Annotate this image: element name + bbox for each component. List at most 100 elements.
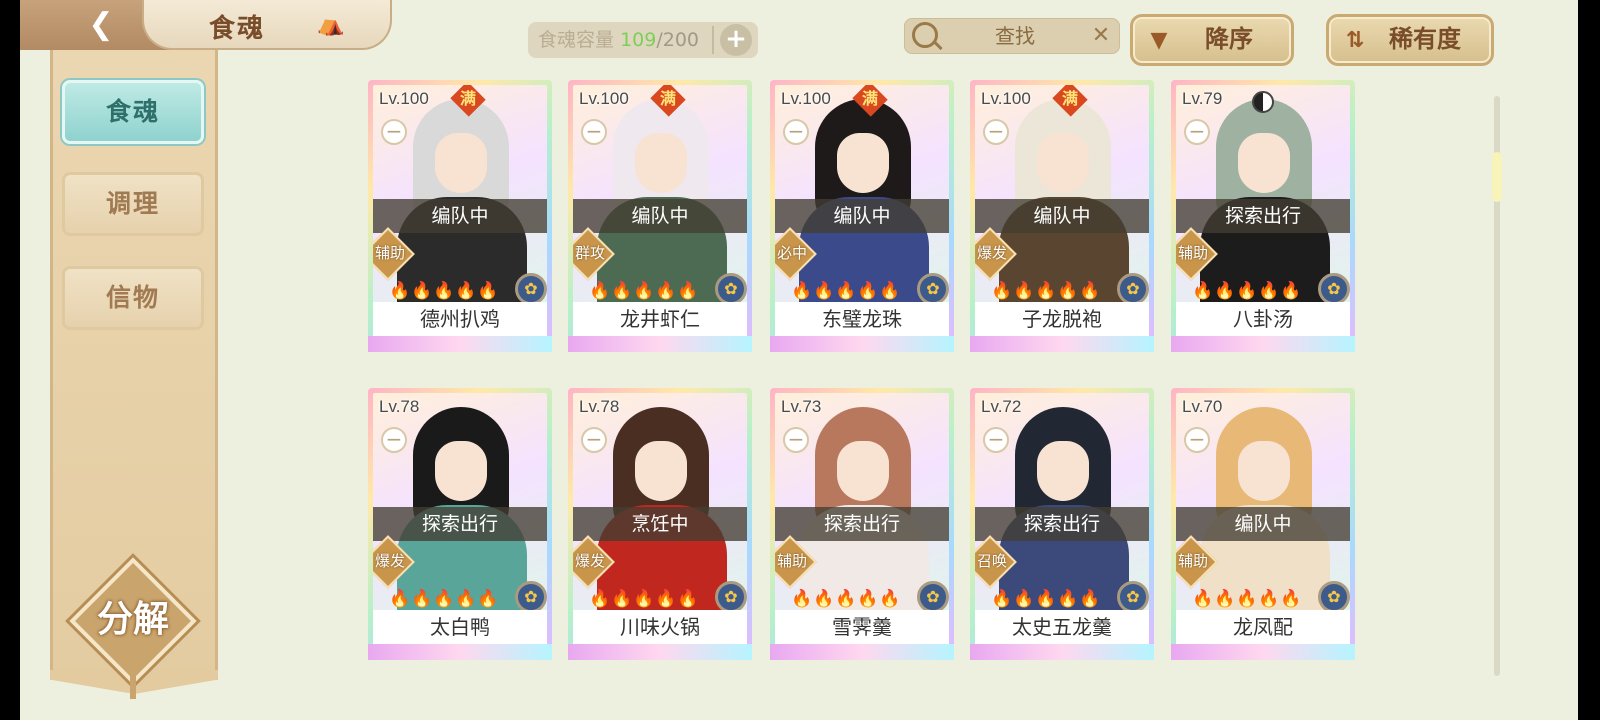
card-portrait-frame: Lv.100 满 − 编队中 爆发 🔥🔥🔥🔥🔥 ✿ — [975, 85, 1149, 307]
card-role: 召唤 — [976, 552, 1007, 570]
minus-icon[interactable]: − — [783, 119, 809, 145]
element-orb-icon: ✿ — [1117, 581, 1149, 613]
flame-icon: 🔥 — [477, 589, 499, 609]
food-soul-card[interactable]: Lv.78− 探索出行 爆发 🔥🔥🔥🔥🔥 ✿ 太白鸭 — [368, 388, 552, 660]
flame-icon: 🔥 — [455, 281, 477, 301]
flame-icon: 🔥 — [411, 589, 433, 609]
flame-icon: 🔥 — [477, 281, 499, 301]
food-soul-card[interactable]: Lv.73− 探索出行 辅助 🔥🔥🔥🔥🔥 ✿ 雪霁羹 — [770, 388, 954, 660]
pavilion-icon[interactable]: ⛺ — [316, 12, 346, 38]
flame-icon: 🔥 — [611, 589, 633, 609]
flame-icon: 🔥 — [1258, 589, 1280, 609]
flame-icon: 🔥 — [1236, 281, 1258, 301]
food-soul-card[interactable]: Lv.70− 编队中 辅助 🔥🔥🔥🔥🔥 ✿ 龙凤配 — [1171, 388, 1355, 660]
flame-icon: 🔥 — [1057, 281, 1079, 301]
flame-icon: 🔥 — [1214, 589, 1236, 609]
capacity-current: 109 — [620, 29, 657, 51]
flame-icon: 🔥 — [1079, 281, 1101, 301]
card-rarity-strip — [970, 336, 1154, 352]
flame-icon: 🔥 — [389, 589, 411, 609]
scrollbar-thumb[interactable] — [1492, 152, 1502, 202]
flame-icon: 🔥 — [389, 281, 411, 301]
card-portrait-frame: Lv.73− 探索出行 辅助 🔥🔥🔥🔥🔥 ✿ — [775, 393, 949, 615]
flame-icon: 🔥 — [1214, 281, 1236, 301]
clear-search-button[interactable]: ✕ — [1088, 22, 1114, 50]
search-icon — [912, 22, 938, 48]
star-flames: 🔥🔥🔥🔥🔥 — [791, 587, 901, 611]
card-name: 雪霁羹 — [775, 610, 949, 644]
food-soul-card[interactable]: Lv.72− 探索出行 召唤 🔥🔥🔥🔥🔥 ✿ 太史五龙羹 — [970, 388, 1154, 660]
sidebar-item-conditioning[interactable]: 调理 — [62, 172, 204, 236]
card-role: 辅助 — [776, 552, 807, 570]
card-status: 探索出行 — [1176, 199, 1350, 233]
card-role: 爆发 — [574, 552, 605, 570]
minus-icon[interactable]: − — [783, 427, 809, 453]
food-soul-card[interactable]: Lv.100 满 − 编队中 辅助 🔥🔥🔥🔥🔥 ✿ 德州扒鸡 — [368, 80, 552, 352]
card-level: Lv.100 — [579, 89, 629, 108]
flame-icon: 🔥 — [1258, 281, 1280, 301]
element-orb-icon: ✿ — [515, 581, 547, 613]
flame-icon: 🔥 — [991, 281, 1013, 301]
flame-icon: 🔥 — [655, 281, 677, 301]
card-role: 辅助 — [374, 244, 405, 262]
flame-icon: 🔥 — [589, 589, 611, 609]
food-soul-card[interactable]: Lv.100 满 − 编队中 爆发 🔥🔥🔥🔥🔥 ✿ 子龙脱袍 — [970, 80, 1154, 352]
capacity-divider — [712, 26, 714, 54]
decompose-label[interactable]: 分解 — [78, 590, 188, 650]
food-soul-card[interactable]: Lv.78− 烹饪中 爆发 🔥🔥🔥🔥🔥 ✿ 川味火锅 — [568, 388, 752, 660]
yin-yang-icon — [1252, 91, 1274, 113]
card-status: 探索出行 — [975, 507, 1149, 541]
minus-icon[interactable]: − — [1184, 427, 1210, 453]
card-level: Lv.70 — [1182, 397, 1223, 416]
card-portrait-frame: Lv.79− 探索出行 辅助 🔥🔥🔥🔥🔥 ✿ — [1176, 85, 1350, 307]
flame-icon: 🔥 — [433, 589, 455, 609]
game-screen: ❮ 食魂 ⛺ 食魂容量 109/200 + 查找 ✕ ▼ 降序 ⇅ 稀有度 食魂… — [20, 0, 1578, 720]
card-name: 德州扒鸡 — [373, 302, 547, 336]
star-flames: 🔥🔥🔥🔥🔥 — [791, 279, 901, 303]
food-soul-card[interactable]: Lv.79− 探索出行 辅助 🔥🔥🔥🔥🔥 ✿ 八卦汤 — [1171, 80, 1355, 352]
element-orb-icon: ✿ — [917, 273, 949, 305]
sort-key-button[interactable]: ⇅ 稀有度 — [1326, 14, 1494, 66]
flame-icon: 🔥 — [433, 281, 455, 301]
food-soul-card[interactable]: Lv.100 满 − 编队中 必中 🔥🔥🔥🔥🔥 ✿ 东璧龙珠 — [770, 80, 954, 352]
card-role: 群攻 — [574, 244, 605, 262]
flame-icon: 🔥 — [1057, 589, 1079, 609]
minus-icon[interactable]: − — [983, 427, 1009, 453]
card-name: 子龙脱袍 — [975, 302, 1149, 336]
minus-icon[interactable]: − — [381, 119, 407, 145]
card-rarity-strip — [770, 336, 954, 352]
card-portrait-frame: Lv.70− 编队中 辅助 🔥🔥🔥🔥🔥 ✿ — [1176, 393, 1350, 615]
card-portrait-frame: Lv.100 满 − 编队中 群攻 🔥🔥🔥🔥🔥 ✿ — [573, 85, 747, 307]
search-placeholder[interactable]: 查找 — [970, 22, 1060, 50]
flame-icon: 🔥 — [1280, 281, 1302, 301]
card-role: 爆发 — [374, 552, 405, 570]
card-status: 探索出行 — [775, 507, 949, 541]
sidebar-item-tokens[interactable]: 信物 — [62, 266, 204, 330]
minus-icon[interactable]: − — [983, 119, 1009, 145]
star-flames: 🔥🔥🔥🔥🔥 — [991, 279, 1101, 303]
sidebar-item-food-souls[interactable]: 食魂 — [62, 80, 204, 144]
flame-icon: 🔥 — [879, 281, 901, 301]
minus-icon[interactable]: − — [581, 119, 607, 145]
flame-icon: 🔥 — [1013, 589, 1035, 609]
sort-order-button[interactable]: ▼ 降序 — [1130, 14, 1294, 66]
food-soul-card[interactable]: Lv.100 满 − 编队中 群攻 🔥🔥🔥🔥🔥 ✿ 龙井虾仁 — [568, 80, 752, 352]
sort-order-label: 降序 — [1205, 25, 1253, 53]
portrait-face — [1238, 441, 1290, 501]
flame-icon: 🔥 — [813, 281, 835, 301]
card-name: 川味火锅 — [573, 610, 747, 644]
minus-icon[interactable]: − — [1184, 119, 1210, 145]
add-capacity-button[interactable]: + — [720, 24, 752, 56]
minus-icon[interactable]: − — [381, 427, 407, 453]
minus-icon[interactable]: − — [581, 427, 607, 453]
flame-icon: 🔥 — [1035, 589, 1057, 609]
element-orb-icon: ✿ — [515, 273, 547, 305]
card-status: 编队中 — [975, 199, 1149, 233]
back-arrow-icon[interactable]: ❮ — [82, 6, 120, 44]
card-rarity-strip — [770, 644, 954, 660]
star-flames: 🔥🔥🔥🔥🔥 — [589, 279, 699, 303]
card-level: Lv.78 — [379, 397, 420, 416]
portrait-face — [1037, 441, 1089, 501]
flame-icon: 🔥 — [857, 281, 879, 301]
star-flames: 🔥🔥🔥🔥🔥 — [589, 587, 699, 611]
